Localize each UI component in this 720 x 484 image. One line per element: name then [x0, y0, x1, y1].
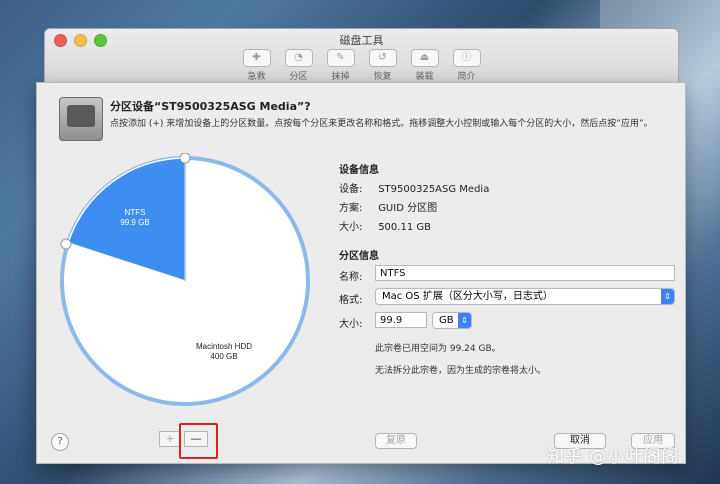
format-select[interactable]: Mac OS 扩展（区分大小写，日志式） ⇕ [375, 288, 675, 305]
device-row: 设备: ST9500325ASG Media [339, 180, 489, 195]
partition-pie-chart[interactable]: NTFS 99.9 GB Macintosh HDD 400 GB [57, 153, 313, 409]
toolbar-first-aid[interactable]: ✚ 急救 [242, 49, 271, 82]
ntfs-size: 99.9 GB [120, 218, 149, 227]
toolbar-label: 急救 [247, 72, 266, 82]
device-label: 设备: [339, 184, 363, 195]
used-space-note: 此宗卷已用空间为 99.24 GB。 [375, 344, 501, 354]
toolbar: ✚ 急救 ◔ 分区 ✎ 抹掉 ↺ 恢复 ⏏ 装载 ⓘ 简介 [45, 49, 678, 82]
size-value: 500.11 GB [378, 222, 431, 233]
size-input-label: 大小: [339, 319, 363, 330]
size-label: 大小: [339, 222, 363, 233]
ntfs-label: NTFS [125, 208, 146, 217]
partition-info-title: 分区信息 [339, 251, 379, 262]
zhihu-watermark: 知乎 @小叶阁阁 [547, 447, 680, 467]
partition-sheet: 分区设备“ST9500325ASG Media”? 点按添加 (+) 来增加设备… [36, 82, 686, 464]
sheet-title: 分区设备“ST9500325ASG Media”? [110, 100, 311, 113]
info-icon: ⓘ [452, 49, 481, 67]
macintosh-hdd-size: 400 GB [210, 352, 237, 361]
scheme-value: GUID 分区图 [378, 203, 438, 214]
red-highlight-box [179, 423, 218, 459]
toolbar-partition[interactable]: ◔ 分区 [284, 49, 313, 82]
partition-size-input[interactable]: 99.9 [375, 312, 427, 328]
hard-disk-icon [59, 97, 103, 141]
format-label: 格式: [339, 295, 363, 306]
toolbar-label: 抹掉 [331, 72, 350, 82]
device-info-title: 设备信息 [339, 165, 379, 176]
restore-icon: ↺ [368, 49, 397, 67]
first-aid-icon: ✚ [242, 49, 271, 67]
toolbar-label: 分区 [289, 72, 308, 82]
size-unit-select[interactable]: GB ⇕ [432, 312, 472, 329]
chevron-updown-icon: ⇕ [661, 289, 674, 304]
toolbar-erase[interactable]: ✎ 抹掉 [326, 49, 355, 82]
toolbar-label: 简介 [457, 72, 476, 82]
size-unit-value: GB [439, 315, 454, 326]
mount-icon: ⏏ [410, 49, 439, 67]
size-row: 大小: 500.11 GB [339, 218, 431, 233]
revert-button[interactable]: 复原 [375, 433, 417, 449]
name-label: 名称: [339, 272, 363, 283]
toolbar-label: 装载 [415, 72, 434, 82]
chevron-updown-icon: ⇕ [458, 313, 471, 328]
toolbar-label: 恢复 [373, 72, 392, 82]
toolbar-restore[interactable]: ↺ 恢复 [368, 49, 397, 82]
erase-icon: ✎ [326, 49, 355, 67]
partition-name-input[interactable]: NTFS [375, 265, 675, 281]
partition-icon: ◔ [284, 49, 313, 67]
sheet-description: 点按添加 (+) 来增加设备上的分区数量。点按每个分区来更改名称和格式。拖移调整… [110, 119, 653, 129]
format-select-value: Mac OS 扩展（区分大小写，日志式） [382, 291, 553, 302]
toolbar-info[interactable]: ⓘ 简介 [452, 49, 481, 82]
scheme-label: 方案: [339, 203, 363, 214]
resize-handle-top[interactable] [179, 153, 191, 164]
window-title: 磁盘工具 [339, 34, 384, 47]
add-partition-button[interactable]: + [159, 431, 181, 447]
toolbar-mount[interactable]: ⏏ 装载 [410, 49, 439, 82]
scheme-row: 方案: GUID 分区图 [339, 199, 437, 214]
disk-utility-window: 磁盘工具 ✚ 急救 ◔ 分区 ✎ 抹掉 ↺ 恢复 ⏏ 装载 ⓘ 简介 [44, 28, 679, 85]
help-button[interactable]: ? [51, 433, 69, 451]
resize-handle-left[interactable] [60, 238, 72, 250]
device-value: ST9500325ASG Media [378, 184, 490, 195]
cannot-split-note: 无法拆分此宗卷，因为生成的宗卷将太小。 [375, 366, 547, 376]
macintosh-hdd-label: Macintosh HDD [196, 342, 252, 351]
